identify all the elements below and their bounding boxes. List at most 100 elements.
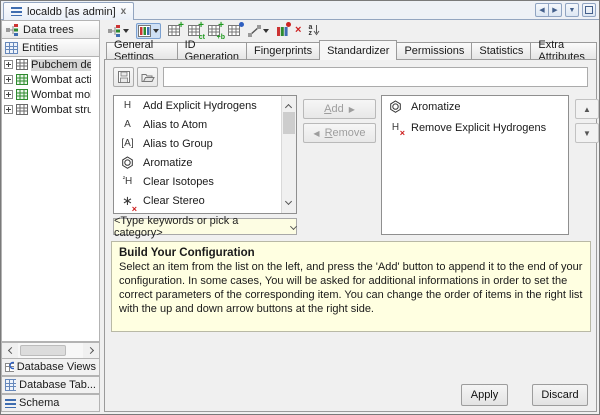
table-icon [16,59,28,70]
tab-standardizer[interactable]: Standardizer [319,40,397,60]
move-down-button[interactable]: ▼ [575,123,599,143]
config-name-input[interactable] [163,67,588,87]
new-entity-b-icon[interactable]: ++b [208,25,221,37]
sidebar-section-data-trees[interactable]: Data trees [1,20,100,39]
document-tab-bar: localdb [as admin] x ◀ ▶ ▼ [1,1,599,20]
info-panel: Build Your Configuration Select an item … [111,241,591,332]
list-item[interactable]: H× Remove Explicit Hydrogens [382,117,568,138]
new-entity-icon[interactable]: + [168,25,181,37]
arrow-right-icon: ▶ [349,105,355,114]
list-item-label: Alias to Atom [143,119,207,131]
add-button-label: Add [324,103,344,115]
entity-dot-icon[interactable] [228,25,241,37]
scroll-right-icon[interactable] [83,343,99,358]
tab-general-settings[interactable]: General Settings [106,42,178,60]
tab-fingerprints[interactable]: Fingerprints [246,42,320,60]
apply-button[interactable]: Apply [461,384,508,406]
tab-extra-attributes[interactable]: Extra Attributes [530,42,597,60]
sidebar-tab-database-views[interactable]: Database Views [1,358,100,376]
close-icon[interactable]: x [121,7,127,17]
clear-stereo-icon: ∗× [120,193,135,209]
list-item[interactable]: ²H Clear Isotopes [114,172,296,191]
tree-item-pubchem[interactable]: Pubchem der [2,57,99,72]
grid-view-menu-icon[interactable] [136,23,161,39]
expand-icon[interactable] [4,90,13,99]
tab-permissions[interactable]: Permissions [396,42,472,60]
open-folder-icon [141,72,155,83]
sidebar-tab-label: Database Tab... [19,379,96,391]
expand-icon[interactable] [4,105,13,114]
application-window: localdb [as admin] x ◀ ▶ ▼ Data [0,0,600,415]
relationship-menu-icon[interactable] [248,25,269,37]
tree-item-label: Wombat stru [31,104,91,116]
new-entity-ct-icon[interactable]: +ct [188,25,201,37]
add-button[interactable]: Add ▶ [303,99,376,119]
benzene-icon [388,100,403,113]
scrollbar-thumb[interactable] [283,112,295,134]
list-item[interactable]: ∗× Clear Stereo [114,191,296,210]
list-item-label: Aromatize [143,157,193,169]
tree-item-wombat-structures[interactable]: Wombat stru [2,102,99,117]
arrow-up-icon: ▲ [583,105,591,114]
expand-icon[interactable] [4,75,13,84]
main-toolbar: + +ct ++b × az [104,21,597,40]
document-menu-icon [11,7,22,16]
tab-list-dropdown-button[interactable]: ▼ [565,3,579,17]
tree-item-label: Pubchem der [31,59,91,71]
arrow-left-icon: ◀ [313,129,319,138]
discard-button-label: Discard [541,389,578,401]
list-item[interactable]: H Add Explicit Hydrogens [114,96,296,115]
save-icon [118,71,130,83]
benzene-icon [120,156,135,169]
chevron-down-icon [290,223,297,230]
document-tab-title: localdb [as admin] [27,6,116,18]
scrollbar-thumb[interactable] [20,345,66,356]
tab-statistics[interactable]: Statistics [471,42,531,60]
scroll-tabs-right-button[interactable]: ▶ [548,3,562,17]
document-tab-localdb[interactable]: localdb [as admin] x [3,2,134,20]
category-combo[interactable]: <Type keywords or pick a category> [113,218,297,235]
sidebar-horizontal-scrollbar[interactable] [1,342,100,359]
list-item-label: Aromatize [411,101,461,113]
discard-button[interactable]: Discard [532,384,588,406]
available-actions-list[interactable]: H Add Explicit Hydrogens A Alias to Atom… [113,95,297,214]
tab-id-generation[interactable]: ID Generation [177,42,247,60]
open-config-button[interactable] [137,67,158,87]
table-icon-green [16,89,28,100]
tab-label: Statistics [479,45,523,57]
arrow-down-icon: ▼ [583,129,591,138]
tree-item-wombat-activities[interactable]: Wombat activ [2,72,99,87]
sidebar-section-entities[interactable]: Entities [1,38,100,57]
expand-icon[interactable] [4,60,13,69]
move-up-button[interactable]: ▲ [575,99,599,119]
list-item[interactable]: Aromatize [382,96,568,117]
scroll-up-icon[interactable] [282,96,296,111]
remove-button[interactable]: ◀ Remove [303,123,376,143]
maximize-button[interactable] [582,3,596,17]
sidebar: Data trees Entities Pubche [1,20,100,414]
alias-to-atom-icon: A [120,119,135,130]
new-columns-icon[interactable] [276,25,288,37]
save-config-button[interactable] [113,67,134,87]
list-item[interactable]: Aromatize [114,153,296,172]
sidebar-tab-database-tables[interactable]: Database Tab... [1,376,100,394]
settings-tab-strip: General Settings ID Generation Fingerpri… [106,40,596,60]
data-tree-menu-icon[interactable] [108,25,129,37]
scroll-down-icon[interactable] [282,198,296,213]
list-item[interactable]: [A] Alias to Group [114,134,296,153]
configured-actions-list[interactable]: Aromatize H× Remove Explicit Hydrogens [381,95,569,235]
scroll-tabs-left-button[interactable]: ◀ [535,3,549,17]
alias-to-group-icon: [A] [120,138,135,149]
data-tree-icon [5,24,19,36]
info-title: Build Your Configuration [119,246,583,260]
database-tables-icon [5,379,16,391]
delete-icon[interactable]: × [295,25,301,36]
available-list-scrollbar[interactable] [281,96,296,213]
list-item[interactable]: A Alias to Atom [114,115,296,134]
sidebar-tab-schema[interactable]: Schema [1,394,100,412]
sort-icon[interactable]: az [308,25,320,37]
scroll-left-icon[interactable] [2,343,18,358]
sidebar-tab-label: Database Views [17,361,96,373]
list-item-label: Clear Stereo [143,195,205,207]
tree-item-wombat-molecules[interactable]: Wombat mole [2,87,99,102]
